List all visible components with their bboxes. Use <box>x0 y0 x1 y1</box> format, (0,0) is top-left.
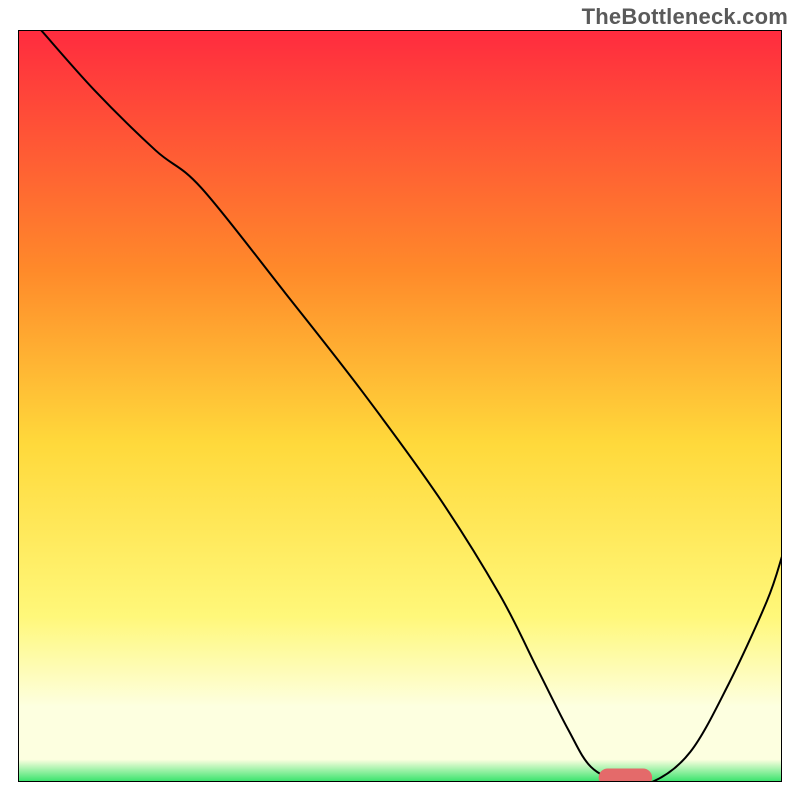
plot-area <box>18 30 782 782</box>
watermark-text: TheBottleneck.com <box>582 4 788 30</box>
gradient-background <box>18 30 782 782</box>
optimal-range-marker <box>599 768 652 782</box>
chart-container: TheBottleneck.com <box>0 0 800 800</box>
chart-svg <box>18 30 782 782</box>
